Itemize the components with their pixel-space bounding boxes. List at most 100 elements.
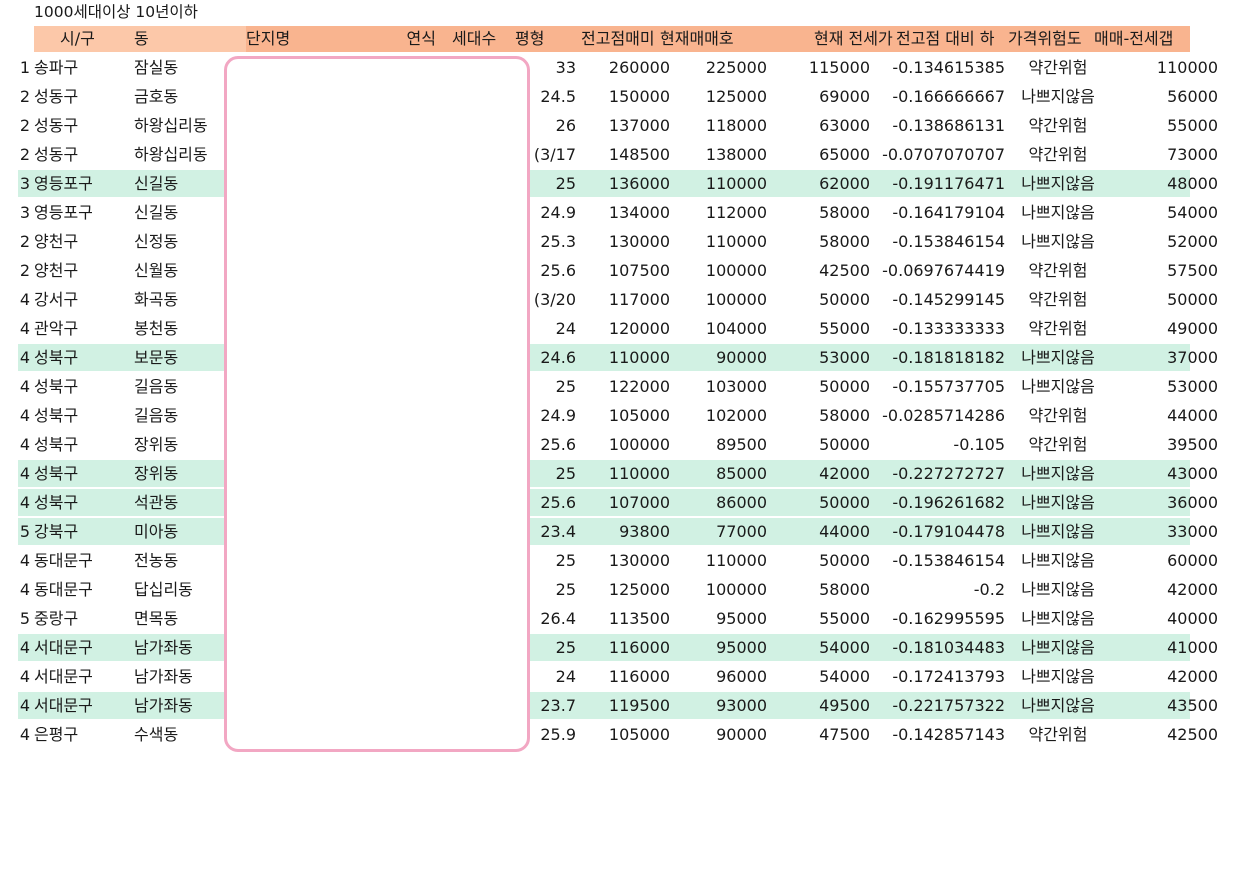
risk-cell[interactable]: 약간위험	[1008, 285, 1108, 314]
risk-cell[interactable]: 나쁘지않음	[1008, 604, 1108, 633]
row-number-cell[interactable]: 4	[14, 343, 30, 372]
risk-cell[interactable]: 나쁘지않음	[1008, 546, 1108, 575]
drop-rate-cell[interactable]: -0.133333333	[870, 314, 1005, 343]
table-row[interactable]: 1 송파구 잠실동 33 260000 225000 115000 -0.134615385 약…	[0, 53, 1252, 82]
gap-cell[interactable]: 40000	[1110, 604, 1218, 633]
asking-price-cell[interactable]: 118000	[670, 111, 767, 140]
jeonse-price-cell[interactable]: 58000	[790, 198, 870, 227]
risk-cell[interactable]: 나쁘지않음	[1008, 372, 1108, 401]
jeonse-price-cell[interactable]: 50000	[790, 430, 870, 459]
district-cell[interactable]: 성북구	[34, 343, 126, 372]
asking-price-cell[interactable]: 138000	[670, 140, 767, 169]
gap-cell[interactable]: 44000	[1110, 401, 1218, 430]
drop-rate-cell[interactable]: -0.0707070707	[870, 140, 1005, 169]
gap-cell[interactable]: 52000	[1110, 227, 1218, 256]
drop-rate-cell[interactable]: -0.196261682	[870, 488, 1005, 517]
peak-price-cell[interactable]: 136000	[581, 169, 670, 198]
peak-price-cell[interactable]: 119500	[581, 691, 670, 720]
row-number-cell[interactable]: 2	[14, 82, 30, 111]
drop-rate-cell[interactable]: -0.221757322	[870, 691, 1005, 720]
asking-price-cell[interactable]: 96000	[670, 662, 767, 691]
drop-rate-cell[interactable]: -0.181034483	[870, 633, 1005, 662]
jeonse-price-cell[interactable]: 50000	[790, 488, 870, 517]
asking-price-cell[interactable]: 100000	[670, 285, 767, 314]
column-header[interactable]: 평형	[515, 24, 581, 53]
risk-cell[interactable]: 약간위험	[1008, 430, 1108, 459]
gap-cell[interactable]: 37000	[1110, 343, 1218, 372]
jeonse-price-cell[interactable]: 54000	[790, 633, 870, 662]
row-number-cell[interactable]: 4	[14, 372, 30, 401]
asking-price-cell[interactable]: 93000	[670, 691, 767, 720]
risk-cell[interactable]: 약간위험	[1008, 111, 1108, 140]
table-row[interactable]: 4 성북구 길음동 24.9 105000 102000 58000 -0.028571428…	[0, 401, 1252, 430]
district-cell[interactable]: 서대문구	[34, 662, 126, 691]
peak-price-cell[interactable]: 130000	[581, 546, 670, 575]
asking-price-cell[interactable]: 110000	[670, 169, 767, 198]
row-number-cell[interactable]: 3	[14, 169, 30, 198]
table-row[interactable]: 2 양천구 신정동 25.3 130000 110000 58000 -0.153846154…	[0, 227, 1252, 256]
peak-price-cell[interactable]: 107000	[581, 488, 670, 517]
gap-cell[interactable]: 50000	[1110, 285, 1218, 314]
risk-cell[interactable]: 약간위험	[1008, 140, 1108, 169]
peak-price-cell[interactable]: 110000	[581, 343, 670, 372]
row-number-cell[interactable]: 4	[14, 459, 30, 488]
table-row[interactable]: 3 영등포구 신길동 25 136000 110000 62000 -0.191176471 나…	[0, 169, 1252, 198]
asking-price-cell[interactable]: 90000	[670, 343, 767, 372]
jeonse-price-cell[interactable]: 58000	[790, 401, 870, 430]
drop-rate-cell[interactable]: -0.138686131	[870, 111, 1005, 140]
peak-price-cell[interactable]: 120000	[581, 314, 670, 343]
neighborhood-cell[interactable]: 장위동	[134, 430, 226, 459]
gap-cell[interactable]: 60000	[1110, 546, 1218, 575]
jeonse-price-cell[interactable]: 50000	[790, 546, 870, 575]
table-row[interactable]: 4 서대문구 남가좌동 25 116000 95000 54000 -0.181034483 나…	[0, 633, 1252, 662]
row-number-cell[interactable]: 4	[14, 430, 30, 459]
district-cell[interactable]: 강북구	[34, 517, 126, 546]
column-header[interactable]: 동	[134, 24, 226, 53]
gap-cell[interactable]: 42500	[1110, 720, 1218, 749]
row-number-cell[interactable]: 4	[14, 691, 30, 720]
neighborhood-cell[interactable]: 남가좌동	[134, 633, 226, 662]
column-header[interactable]: 연식	[366, 24, 436, 53]
drop-rate-cell[interactable]: -0.191176471	[870, 169, 1005, 198]
table-row[interactable]: 4 은평구 수색동 25.9 105000 90000 47500 -0.142857143 약…	[0, 720, 1252, 749]
row-number-cell[interactable]: 3	[14, 198, 30, 227]
peak-price-cell[interactable]: 113500	[581, 604, 670, 633]
risk-cell[interactable]: 나쁘지않음	[1008, 517, 1108, 546]
jeonse-price-cell[interactable]: 50000	[790, 285, 870, 314]
neighborhood-cell[interactable]: 봉천동	[134, 314, 226, 343]
peak-price-cell[interactable]: 148500	[581, 140, 670, 169]
neighborhood-cell[interactable]: 남가좌동	[134, 691, 226, 720]
asking-price-cell[interactable]: 95000	[670, 604, 767, 633]
table-row[interactable]: 4 성북구 석관동 25.6 107000 86000 50000 -0.196261682 나…	[0, 488, 1252, 517]
drop-rate-cell[interactable]: -0.134615385	[870, 53, 1005, 82]
table-row[interactable]: 2 성동구 하왕십리동 26 137000 118000 63000 -0.138686131…	[0, 111, 1252, 140]
drop-rate-cell[interactable]: -0.172413793	[870, 662, 1005, 691]
asking-price-cell[interactable]: 102000	[670, 401, 767, 430]
row-number-cell[interactable]: 4	[14, 546, 30, 575]
jeonse-price-cell[interactable]: 50000	[790, 372, 870, 401]
jeonse-price-cell[interactable]: 53000	[790, 343, 870, 372]
drop-rate-cell[interactable]: -0.153846154	[870, 546, 1005, 575]
district-cell[interactable]: 양천구	[34, 256, 126, 285]
district-cell[interactable]: 성북구	[34, 488, 126, 517]
row-number-cell[interactable]: 4	[14, 662, 30, 691]
asking-price-cell[interactable]: 100000	[670, 256, 767, 285]
drop-rate-cell[interactable]: -0.142857143	[870, 720, 1005, 749]
table-row[interactable]: 4 관악구 봉천동 24 120000 104000 55000 -0.133333333 약간…	[0, 314, 1252, 343]
drop-rate-cell[interactable]: -0.155737705	[870, 372, 1005, 401]
peak-price-cell[interactable]: 122000	[581, 372, 670, 401]
asking-price-cell[interactable]: 225000	[670, 53, 767, 82]
risk-cell[interactable]: 약간위험	[1008, 314, 1108, 343]
district-cell[interactable]: 동대문구	[34, 575, 126, 604]
row-number-cell[interactable]: 4	[14, 575, 30, 604]
jeonse-price-cell[interactable]: 44000	[790, 517, 870, 546]
risk-cell[interactable]: 나쁘지않음	[1008, 662, 1108, 691]
column-header[interactable]: 가격위험도	[1008, 24, 1094, 53]
peak-price-cell[interactable]: 107500	[581, 256, 670, 285]
district-cell[interactable]: 성북구	[34, 401, 126, 430]
asking-price-cell[interactable]: 125000	[670, 82, 767, 111]
drop-rate-cell[interactable]: -0.227272727	[870, 459, 1005, 488]
risk-cell[interactable]: 약간위험	[1008, 256, 1108, 285]
asking-price-cell[interactable]: 100000	[670, 575, 767, 604]
table-row[interactable]: 2 성동구 하왕십리동 (3/17 148500 138000 65000 -0.070707…	[0, 140, 1252, 169]
